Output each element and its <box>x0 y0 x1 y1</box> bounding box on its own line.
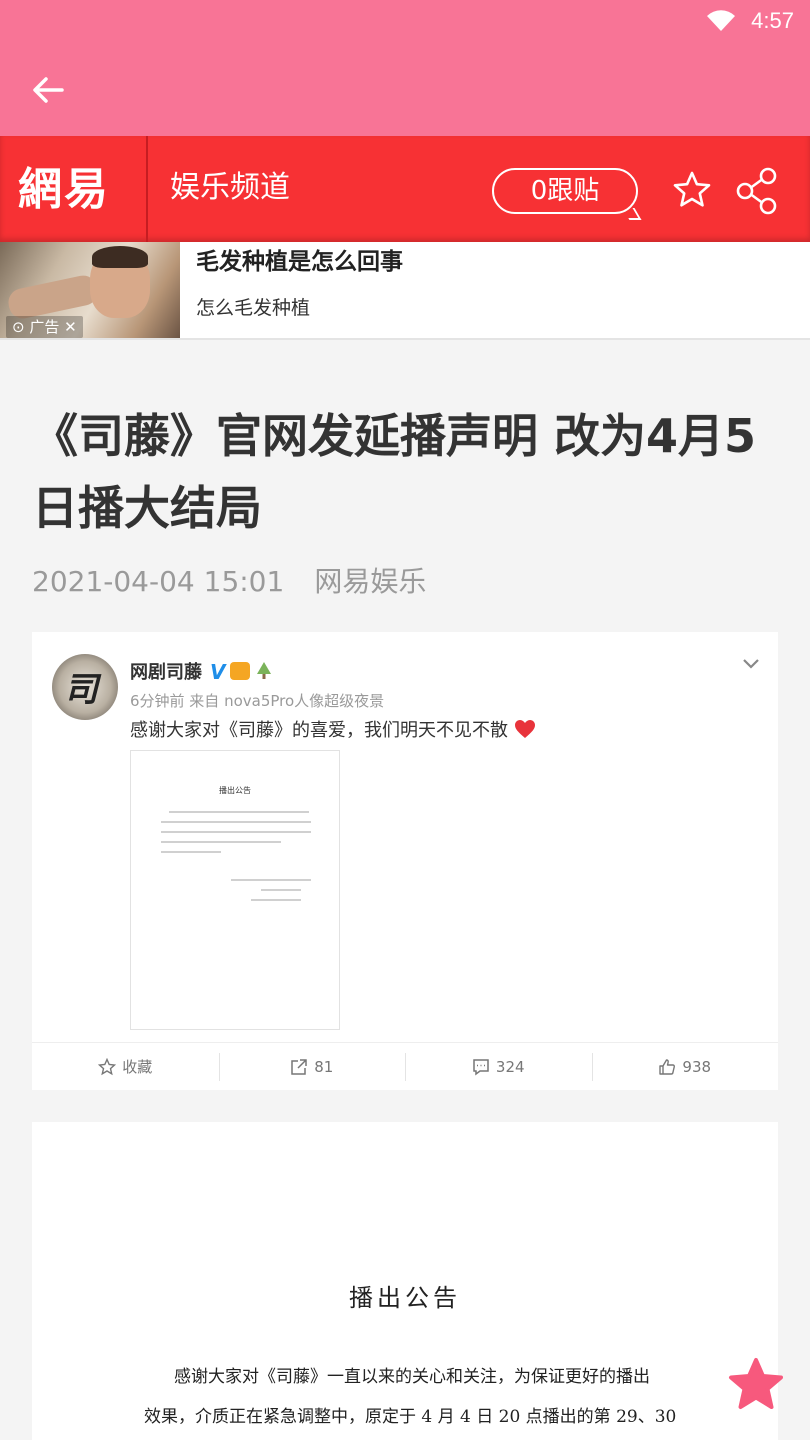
article-date: 2021-04-04 15:01 <box>32 565 285 598</box>
announcement-title: 播出公告 <box>349 1284 461 1312</box>
weibo-favorite-button[interactable]: 收藏 <box>32 1043 219 1090</box>
heart-icon <box>514 720 535 738</box>
weibo-text: 感谢大家对《司藤》的喜爱，我们明天不见不散 <box>130 716 536 742</box>
status-time: 4:57 <box>751 8 794 33</box>
app-bar: 4:57 <box>0 0 810 136</box>
weibo-like-button[interactable]: 938 <box>591 1043 779 1090</box>
weibo-repost-button[interactable]: 81 <box>218 1043 406 1090</box>
netease-logo[interactable]: 網易 <box>18 160 138 220</box>
article-title: 《司藤》官网发延播声明 改为4月5日播大结局 <box>32 409 757 535</box>
article-source[interactable]: 网易娱乐 <box>314 565 426 598</box>
favorite-star-icon[interactable] <box>672 170 712 210</box>
article-meta: 2021-04-04 15:01 网易娱乐 <box>32 562 426 602</box>
channel-title: 娱乐频道 <box>170 170 290 205</box>
ad-image: ⊙ 广告 ✕ <box>0 242 180 338</box>
back-button[interactable] <box>28 70 68 110</box>
chevron-down-icon[interactable] <box>740 652 762 674</box>
announcement-line-1: 感谢大家对《司藤》一直以来的关心和关注，为保证更好的播出 <box>174 1367 650 1387</box>
tree-badge-icon <box>257 662 271 679</box>
verified-icon: V <box>210 660 226 684</box>
floating-star-icon[interactable] <box>726 1356 786 1416</box>
comment-icon <box>473 1058 489 1075</box>
ad-subtitle: 怎么毛发种植 <box>196 297 311 319</box>
repost-icon <box>291 1058 307 1075</box>
share-icon[interactable] <box>734 166 780 216</box>
member-badge-icon <box>230 662 250 680</box>
header-divider <box>146 136 148 242</box>
ad-title: 毛发种植是怎么回事 <box>196 249 403 275</box>
star-outline-icon <box>98 1057 117 1075</box>
announcement-image[interactable]: 播出公告 感谢大家对《司藤》一直以来的关心和关注，为保证更好的播出 效果，介质正… <box>32 1122 778 1440</box>
announcement-line-2: 效果，介质正在紧急调整中，原定于 4 月 4 日 20 点播出的第 29、30 <box>144 1407 677 1427</box>
article-page: 4:57 網易 娱乐频道 0跟贴 ⊙ 广告 ✕ 毛发种植是怎么回事 怎么毛发种植… <box>0 0 810 1440</box>
ad-badge: ⊙ 广告 ✕ <box>6 316 83 338</box>
weibo-action-bar: 收藏 81 324 938 <box>32 1042 778 1090</box>
announcement-thumbnail[interactable]: 播出公告 <box>130 750 340 1030</box>
wifi-icon <box>707 10 735 31</box>
weibo-post-card[interactable]: 司 网剧司藤 V 6分钟前 来自 nova5Pro人像超级夜景 感谢大家对《司藤… <box>32 632 778 1090</box>
weibo-time-device: 6分钟前 来自 nova5Pro人像超级夜景 <box>130 692 385 710</box>
ad-banner[interactable]: ⊙ 广告 ✕ 毛发种植是怎么回事 怎么毛发种植 <box>0 242 810 340</box>
weibo-account-name: 网剧司藤 <box>130 662 202 683</box>
avatar: 司 <box>52 654 118 720</box>
thumbs-up-icon <box>659 1058 676 1075</box>
comment-count-button[interactable]: 0跟贴 <box>492 168 638 214</box>
weibo-comment-button[interactable]: 324 <box>405 1043 592 1090</box>
